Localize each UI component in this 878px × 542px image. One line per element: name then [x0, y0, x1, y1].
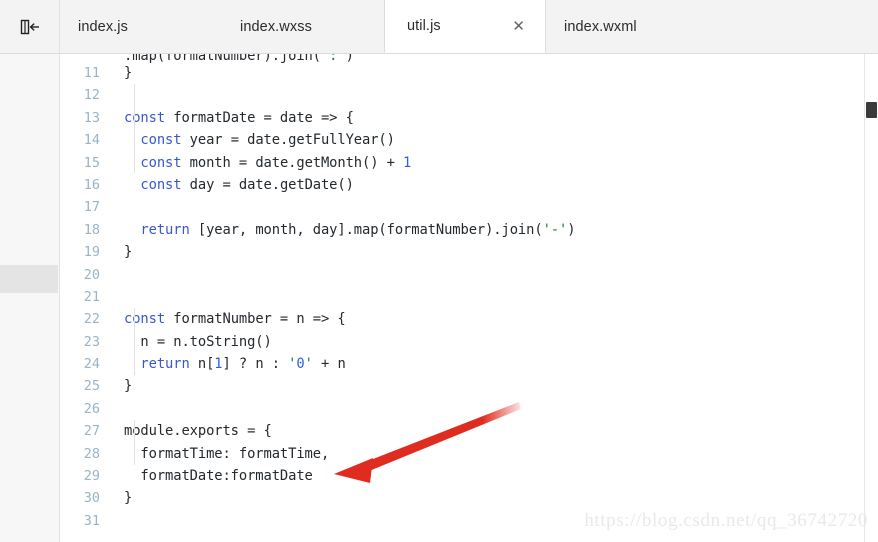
code-line: const year = date.getFullYear() [140, 132, 395, 149]
code-line: } [124, 378, 133, 395]
code-line-partial-top: .map(formatNumber).join(':') [124, 54, 354, 64]
close-icon[interactable]: ✕ [508, 17, 529, 36]
tab-util-js[interactable]: util.js ✕ [384, 0, 546, 53]
line-number: 13 [83, 109, 100, 126]
editor-body: 11 12 13 14 15 16 17 18 19 20 21 22 23 2… [0, 54, 878, 542]
line-number: 21 [83, 288, 100, 305]
left-activity-bar[interactable] [0, 54, 60, 542]
line-number: 17 [83, 199, 100, 216]
code-editor-pane[interactable]: 11 12 13 14 15 16 17 18 19 20 21 22 23 2… [60, 54, 878, 542]
activity-bar-highlight-block [0, 265, 58, 293]
line-number-gutter: 11 12 13 14 15 16 17 18 19 20 21 22 23 2… [60, 54, 114, 542]
line-number: 16 [83, 176, 100, 193]
code-editor-window: index.js index.wxss util.js ✕ index.wxml… [0, 0, 878, 542]
line-number: 11 [83, 65, 100, 81]
tab-index-js[interactable]: index.js [60, 0, 222, 53]
indent-guide [134, 308, 135, 375]
line-number: 25 [83, 378, 100, 395]
code-line: formatTime: formatTime, [124, 445, 330, 462]
tab-strip-empty-space [746, 0, 878, 53]
code-line: const formatNumber = n => { [124, 311, 346, 328]
tab-strip: index.js index.wxss util.js ✕ index.wxml [60, 0, 878, 53]
line-number: 19 [83, 244, 100, 261]
tab-index-wxml[interactable]: index.wxml [546, 0, 746, 53]
code-line: const day = date.getDate() [140, 176, 354, 193]
code-text-area[interactable]: .map(formatNumber).join(':') } const for… [114, 54, 878, 542]
code-line: return n[1] ? n : '0' + n [140, 356, 346, 373]
tab-index-wxss[interactable]: index.wxss [222, 0, 384, 53]
tab-label: index.wxml [564, 18, 637, 35]
vertical-scrollbar[interactable] [864, 54, 878, 542]
editor-tab-bar: index.js index.wxss util.js ✕ index.wxml [0, 0, 878, 54]
code-line: n = n.toString() [124, 333, 272, 350]
code-line: formatDate:formatDate [124, 468, 313, 485]
line-number: 26 [83, 400, 100, 417]
scrollbar-thumb[interactable] [866, 102, 877, 118]
tab-label: index.js [78, 18, 128, 35]
line-number: 15 [83, 154, 100, 171]
line-number: 28 [83, 445, 100, 462]
indent-guide [134, 420, 135, 465]
code-line: const month = date.getMonth() + 1 [140, 154, 412, 171]
code-line: return [year, month, day].map(formatNumb… [140, 221, 576, 238]
line-number: 30 [83, 490, 100, 507]
line-number: 12 [83, 87, 100, 104]
collapse-panel-button[interactable] [0, 0, 60, 53]
line-number: 18 [83, 221, 100, 238]
line-number: 27 [83, 423, 100, 440]
code-line: module.exports = { [124, 423, 272, 440]
line-number: 22 [83, 311, 100, 328]
line-number: 31 [83, 512, 100, 529]
collapse-panel-left-icon [19, 18, 41, 36]
line-number: 23 [83, 333, 100, 350]
code-line: } [124, 244, 133, 261]
line-number: 29 [83, 468, 100, 485]
watermark-text: https://blog.csdn.net/qq_36742720 [584, 510, 868, 531]
code-line: } [124, 490, 133, 507]
line-number: 24 [83, 356, 100, 373]
line-number: 20 [83, 266, 100, 283]
line-number: 14 [83, 132, 100, 149]
code-line: const formatDate = date => { [124, 109, 354, 126]
indent-guide [134, 84, 135, 173]
tab-label: index.wxss [240, 18, 312, 35]
tab-label: util.js [407, 18, 441, 34]
